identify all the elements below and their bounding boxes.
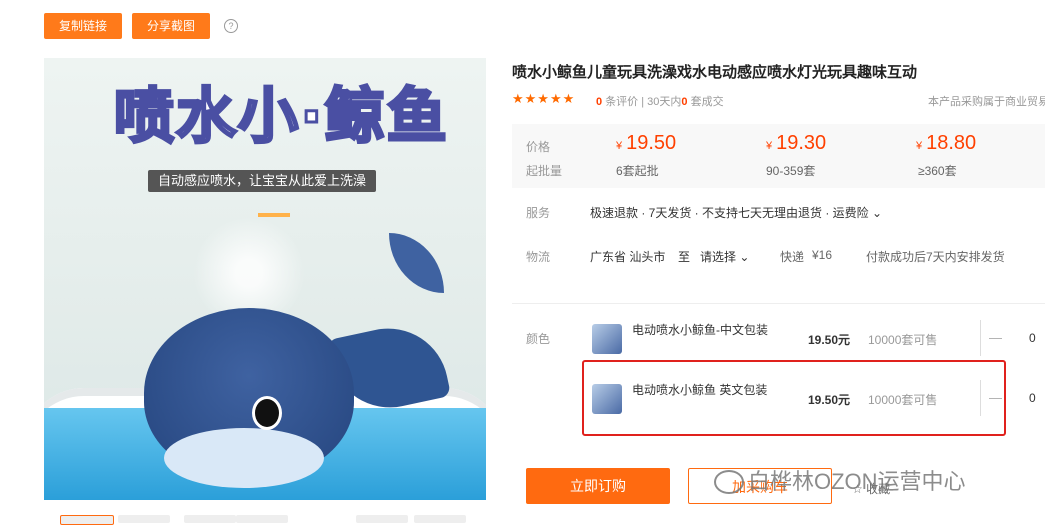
price-label: 价格 [526, 140, 551, 154]
sku-price: 19.50元 [808, 333, 851, 347]
minus-button[interactable]: — [989, 330, 1002, 345]
highlight-box [582, 360, 1006, 436]
thumbnail-item[interactable] [60, 515, 114, 525]
rating-sales-meta: 0 条评价 | 30天内0 套成交 [596, 96, 724, 108]
copy-link-button[interactable]: 复制链接 [44, 13, 122, 39]
thumbnail-item[interactable] [356, 515, 408, 523]
color-label: 颜色 [526, 332, 551, 346]
tier-price: ¥19.50 [616, 132, 677, 154]
rating-stars-icon: ★★★★★ [512, 91, 576, 106]
sku-name: 电动喷水小鲸鱼-中文包装 [632, 323, 768, 337]
tier-qty: ≥360套 [918, 164, 957, 178]
water-drop-graphic [389, 233, 444, 293]
destination-select[interactable]: 请选择 ⌄ [700, 248, 749, 265]
thumbnail-item[interactable] [236, 515, 288, 523]
sku-thumbnail[interactable] [592, 324, 622, 354]
product-title: 喷水小鲸鱼儿童玩具洗澡戏水电动感应喷水灯光玩具趣味互动 [512, 64, 918, 81]
whale-belly-graphic [164, 428, 324, 488]
service-label: 服务 [526, 206, 551, 220]
price-panel: 价格 起批量 ¥19.50 6套起批 ¥19.30 90-359套 ¥18.80… [512, 124, 1045, 188]
product-main-image[interactable]: 喷水小·鲸鱼 自动感应喷水，让宝宝从此爱上洗澡 [44, 58, 486, 500]
buy-now-button[interactable]: 立即订购 [526, 468, 670, 504]
thumbnail-item[interactable] [414, 515, 466, 523]
logistics-origin: 广东省 汕头市 [590, 250, 666, 264]
shipping-fee: ¥16 [812, 248, 833, 262]
logistics-to: 至 [678, 250, 691, 264]
logistics-label: 物流 [526, 250, 551, 264]
sku-stock: 10000套可售 [868, 333, 938, 347]
product-slogan: 自动感应喷水，让宝宝从此爱上洗澡 [148, 170, 377, 192]
brand-logo-text: 喷水小·鲸鱼 [113, 81, 449, 154]
divider [512, 303, 1045, 304]
quantity-stepper[interactable]: — 0 [980, 320, 1045, 356]
watermark: 白桦林OZON运营中心 [748, 469, 966, 494]
whale-eye-graphic [252, 396, 282, 430]
decor-bar [258, 213, 290, 217]
shipping-method: 快递 [780, 250, 805, 264]
help-icon[interactable]: ? [224, 19, 238, 33]
service-tags[interactable]: 极速退款 · 7天发货 · 不支持七天无理由退货 · 运费险 ⌄ [590, 204, 882, 221]
tier-qty: 90-359套 [766, 164, 816, 178]
quantity-value[interactable]: 0 [1029, 331, 1036, 345]
shipping-note: 付款成功后7天内安排发货 [866, 250, 1005, 264]
thumbnail-item[interactable] [118, 515, 170, 523]
share-screenshot-button[interactable]: 分享截图 [132, 13, 210, 39]
business-note: 本产品采购属于商业贸易 [928, 96, 1045, 108]
moq-label: 起批量 [526, 164, 563, 178]
tier-price: ¥18.80 [916, 132, 977, 154]
tier-price: ¥19.30 [766, 132, 827, 154]
quantity-value[interactable]: 0 [1029, 391, 1036, 405]
tier-qty: 6套起批 [616, 164, 659, 178]
thumbnail-item[interactable] [184, 515, 236, 523]
